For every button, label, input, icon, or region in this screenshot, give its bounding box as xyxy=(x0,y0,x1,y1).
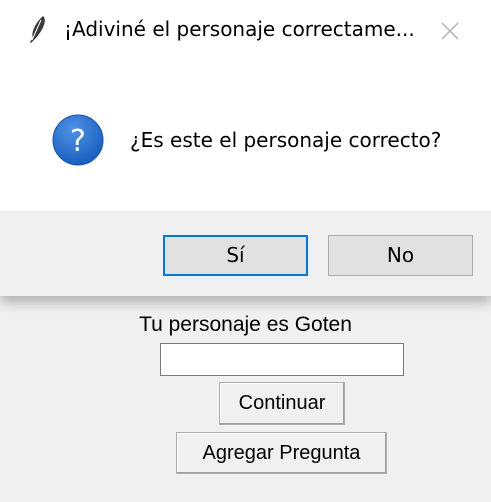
yes-button[interactable]: Sí xyxy=(163,235,308,276)
dialog-message: ¿Es este el personaje correcto? xyxy=(130,128,442,152)
confirm-dialog: ¡Adiviné el personaje correctame... ? ¿E… xyxy=(0,0,491,296)
dialog-titlebar[interactable]: ¡Adiviné el personaje correctame... xyxy=(0,0,491,62)
answer-input[interactable] xyxy=(160,343,404,376)
feather-icon xyxy=(30,16,45,43)
question-icon: ? xyxy=(52,114,104,166)
add-question-button[interactable]: Agregar Pregunta xyxy=(176,432,387,474)
close-icon[interactable] xyxy=(435,16,465,46)
dialog-title: ¡Adiviné el personaje correctame... xyxy=(64,17,415,41)
svg-text:?: ? xyxy=(70,124,86,159)
result-label: Tu personaje es Goten xyxy=(139,313,352,336)
no-button[interactable]: No xyxy=(328,235,473,276)
continue-button[interactable]: Continuar xyxy=(219,382,345,425)
